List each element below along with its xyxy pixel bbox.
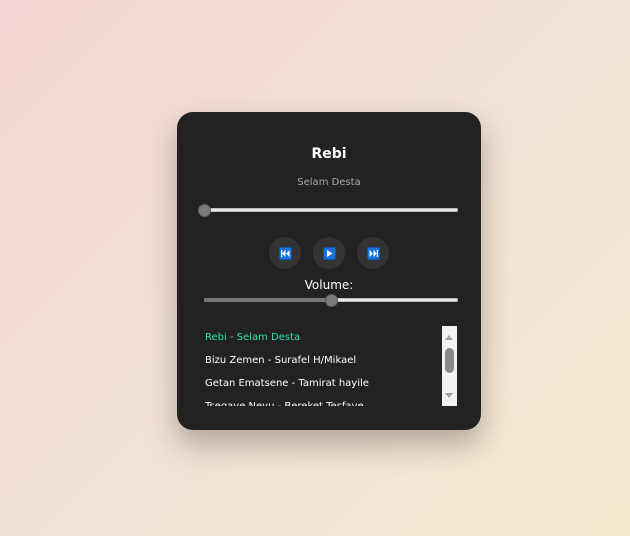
play-button[interactable] bbox=[313, 237, 345, 269]
scroll-down-arrow-icon[interactable] bbox=[445, 393, 453, 398]
next-button[interactable] bbox=[357, 237, 389, 269]
scroll-up-arrow-icon[interactable] bbox=[445, 335, 453, 340]
playlist-item[interactable]: Bizu Zemen - Surafel H/Mikael bbox=[205, 349, 441, 372]
previous-button[interactable] bbox=[269, 237, 301, 269]
playlist: Rebi - Selam Desta Bizu Zemen - Surafel … bbox=[205, 326, 441, 406]
playlist-item[interactable]: Rebi - Selam Desta bbox=[205, 326, 441, 349]
track-title: Rebi bbox=[311, 146, 347, 162]
scrollbar-thumb[interactable] bbox=[445, 348, 454, 373]
track-artist: Selam Desta bbox=[297, 177, 361, 188]
skip-next-icon bbox=[366, 246, 380, 260]
progress-slider[interactable] bbox=[198, 204, 458, 216]
play-icon bbox=[322, 246, 336, 260]
playlist-scrollbar[interactable] bbox=[442, 326, 457, 406]
playback-controls bbox=[177, 237, 481, 269]
volume-label: Volume: bbox=[304, 278, 354, 292]
volume-slider[interactable] bbox=[204, 294, 458, 306]
playlist-item[interactable]: Getan Ematsene - Tamirat hayile bbox=[205, 372, 441, 395]
music-player-card: Rebi Selam Desta Volume: Rebi - Selam De… bbox=[177, 112, 481, 430]
playlist-item[interactable]: Tsegaye Neyu - Bereket Tesfaye bbox=[205, 395, 441, 406]
volume-thumb[interactable] bbox=[325, 294, 337, 306]
skip-previous-icon bbox=[278, 246, 292, 260]
volume-fill bbox=[204, 298, 331, 302]
progress-thumb[interactable] bbox=[198, 204, 210, 216]
